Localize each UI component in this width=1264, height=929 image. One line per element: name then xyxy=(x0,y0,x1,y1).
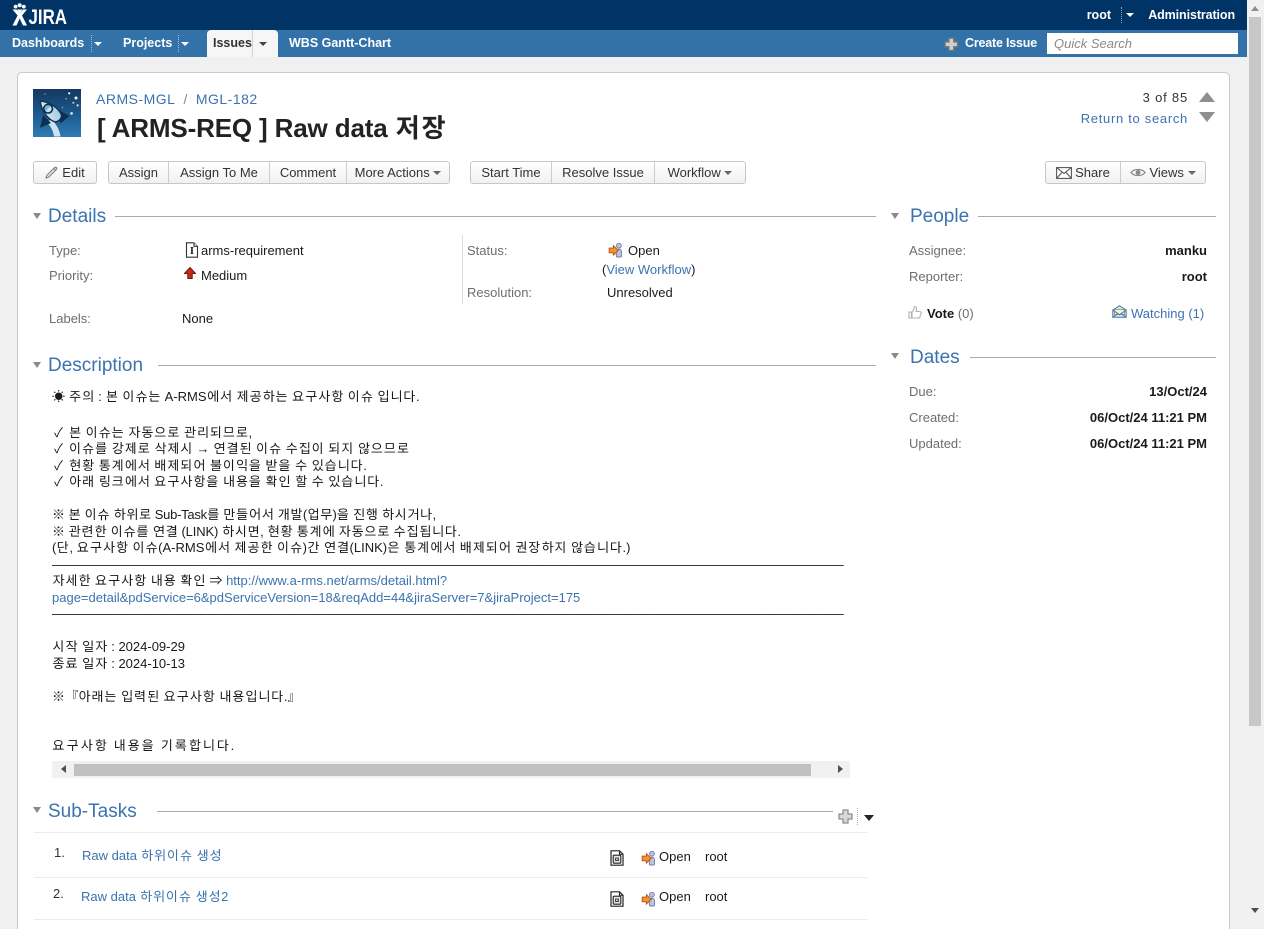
svg-text:JIRA: JIRA xyxy=(29,5,68,29)
svg-text:I: I xyxy=(190,246,194,257)
